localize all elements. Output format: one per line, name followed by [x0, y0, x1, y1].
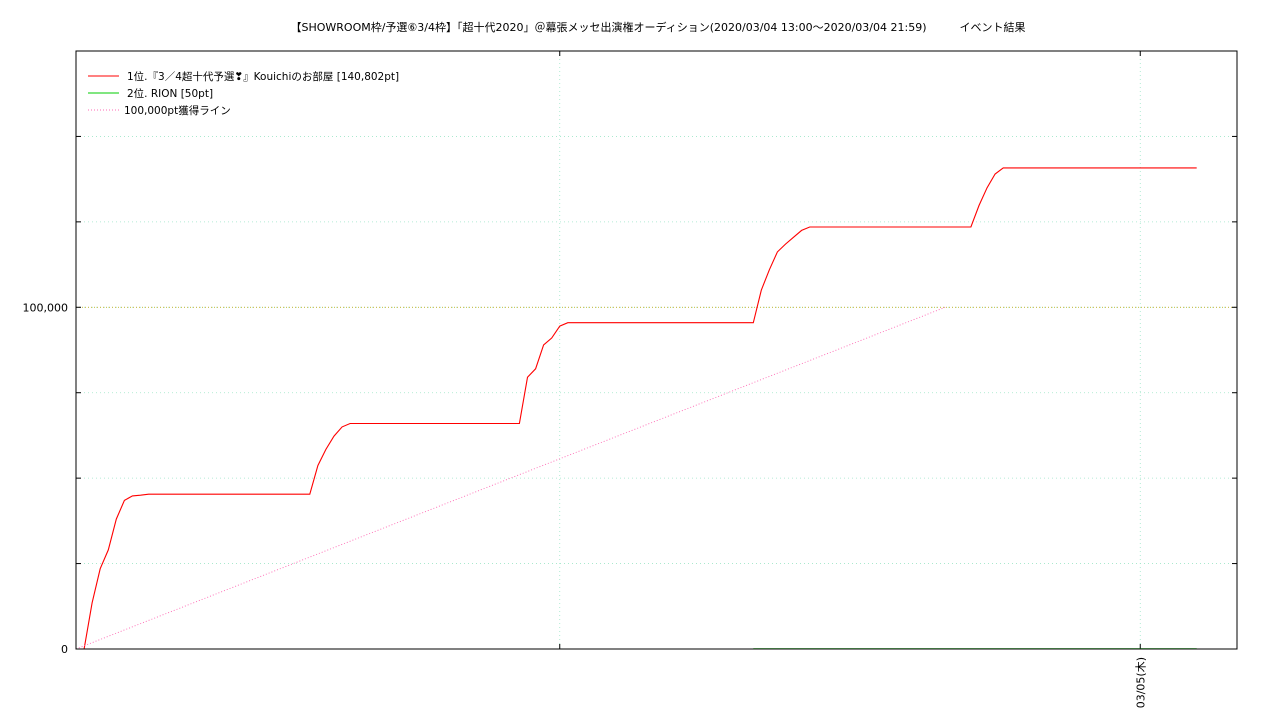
- chart-title: 【SHOWROOM枠/予選⑥3/4枠】「超十代2020」＠幕張メッセ出演権オーデ…: [290, 20, 1025, 34]
- grid-lines: [76, 51, 1237, 649]
- legend: 1位.『3／4超十代予選❣』Kouichiのお部屋 [140,802pt] 2位.…: [88, 70, 399, 117]
- series-lines: [75, 167, 1197, 650]
- x-tick-label: 03/05(木): [1134, 657, 1147, 708]
- legend-label-2: 2位. RION [50pt]: [127, 87, 213, 100]
- legend-label-1: 1位.『3／4超十代予選❣』Kouichiのお部屋 [140,802pt]: [127, 70, 399, 83]
- axes: 0 100,000 03/05(木): [23, 51, 1237, 708]
- y-tick-label: 100,000: [23, 301, 69, 314]
- legend-label-3: 100,000pt獲得ライン: [124, 104, 231, 117]
- series-line-1: [83, 167, 1197, 650]
- plot-border: [75, 50, 1238, 650]
- event-result-chart: 【SHOWROOM枠/予選⑥3/4枠】「超十代2020」＠幕張メッセ出演権オーデ…: [23, 20, 1238, 708]
- series-line-3: [75, 306, 946, 650]
- y-tick-label: 0: [61, 643, 68, 656]
